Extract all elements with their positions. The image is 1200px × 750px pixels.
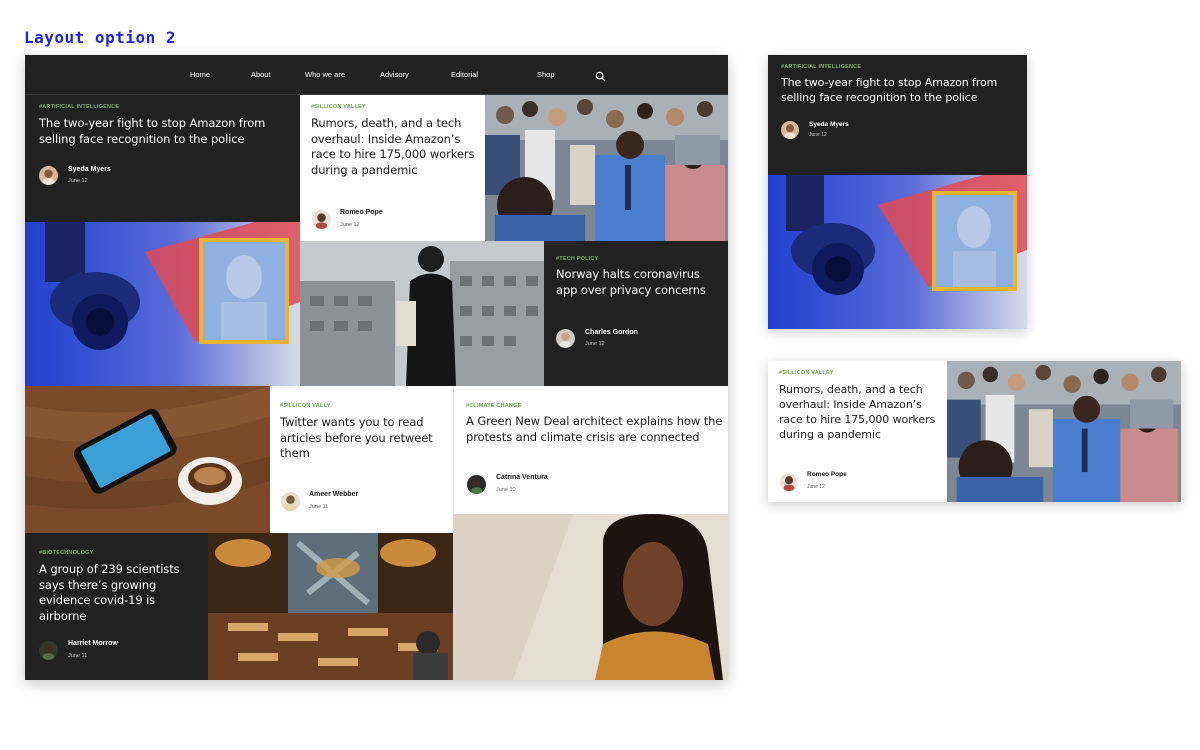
author-avatar (467, 475, 486, 494)
side-layout-card-amazon-hire: #SILLICON VALLEY Rumors, death, and a te… (768, 361, 1181, 502)
article-tag: #CLIMATE CHANGE (466, 403, 522, 409)
author-avatar (780, 473, 798, 491)
article-card-covid[interactable]: #BIOTECHNOLOGY A group of 239 scientists… (25, 533, 208, 680)
article-date: June 12 (68, 178, 88, 184)
surveillance-camera-image (768, 175, 1027, 329)
woman-phone-street-photo (300, 241, 544, 386)
article-headline[interactable]: A group of 239 scientists says there’s g… (39, 562, 205, 624)
author-avatar (312, 210, 331, 229)
article-card-amazon-face[interactable]: #ARTIFICIAL INTELLIGENCE The two-year fi… (25, 95, 300, 222)
author-name[interactable]: Catrina Ventura (496, 474, 548, 481)
author-name[interactable]: Charles Gordon (585, 329, 638, 336)
nav-who-we-are[interactable]: Who we are (305, 55, 345, 95)
nav-home[interactable]: Home (190, 55, 210, 95)
author-name[interactable]: Syeda Myers (68, 166, 111, 173)
article-date: June 10 (496, 487, 516, 493)
article-tag: #SILLICON VALLY (280, 403, 331, 409)
article-date: June 11 (68, 653, 88, 659)
nav-advisory[interactable]: Advisory (380, 55, 409, 95)
article-date: June 12 (809, 132, 827, 138)
author-avatar (556, 329, 575, 348)
side-layout-card-amazon-face: #ARTIFICIAL INTELLIGENCE The two-year fi… (768, 55, 1027, 329)
author-name[interactable]: Ameer Webber (309, 491, 358, 498)
article-tag: #ARTIFICIAL INTELLIGENCE (39, 104, 120, 110)
author-name[interactable]: Harriet Morrow (68, 640, 118, 647)
crowd-photo (485, 95, 728, 241)
crowd-photo (947, 361, 1181, 502)
article-tag: #BIOTECHNOLOGY (39, 550, 94, 556)
nav-shop[interactable]: Shop (537, 55, 555, 95)
article-card-twitter[interactable]: #SILLICON VALLY Twitter wants you to rea… (270, 386, 453, 533)
article-tag: #SILLICON VALLEY (779, 370, 834, 376)
author-avatar (39, 641, 58, 660)
article-date: June 12 (585, 341, 605, 347)
article-tag: #SILLICON VALLEY (311, 104, 366, 110)
article-headline[interactable]: The two-year fight to stop Amazon from s… (781, 75, 1021, 105)
author-avatar (281, 492, 300, 511)
main-layout-frame: Home About Who we are Advisory Editorial… (25, 55, 728, 680)
article-tag: #ARTIFICIAL INTELLIGENCE (781, 64, 862, 70)
article-card-amazon-face-compact[interactable]: #ARTIFICIAL INTELLIGENCE The two-year fi… (768, 55, 1027, 175)
author-name[interactable]: Syeda Myers (809, 121, 849, 128)
article-headline[interactable]: Twitter wants you to read articles befor… (280, 415, 452, 462)
article-date: June 12 (340, 222, 360, 228)
phone-coffee-photo (25, 386, 270, 533)
article-headline[interactable]: The two-year fight to stop Amazon from s… (39, 116, 289, 147)
top-navigation: Home About Who we are Advisory Editorial… (25, 55, 728, 95)
author-avatar (39, 166, 58, 185)
article-card-green-deal[interactable]: #CLIMATE CHANGE A Green New Deal archite… (453, 386, 728, 514)
woman-portrait-photo (453, 514, 728, 680)
article-headline[interactable]: Rumors, death, and a tech overhaul: Insi… (311, 116, 483, 178)
restaurant-interior-photo (208, 533, 453, 680)
search-icon[interactable] (595, 69, 606, 82)
article-headline[interactable]: A Green New Deal architect explains how … (466, 414, 724, 445)
article-card-norway[interactable]: #TECH POLICY Norway halts coronavirus ap… (544, 241, 728, 386)
article-card-amazon-hire-compact[interactable]: #SILLICON VALLEY Rumors, death, and a te… (768, 361, 947, 502)
article-date: June 11 (309, 504, 329, 510)
article-headline[interactable]: Norway halts coronavirus app over privac… (556, 267, 724, 298)
nav-about[interactable]: About (251, 55, 271, 95)
article-headline[interactable]: Rumors, death, and a tech overhaul: Insi… (779, 382, 945, 442)
author-name[interactable]: Romeo Pope (340, 209, 383, 216)
layout-title: Layout option 2 (24, 28, 176, 47)
surveillance-camera-image (25, 222, 300, 386)
nav-editorial[interactable]: Editorial (451, 55, 478, 95)
article-date: June 12 (807, 484, 825, 490)
article-tag: #TECH POLICY (556, 256, 599, 262)
article-card-amazon-hire[interactable]: #SILLICON VALLEY Rumors, death, and a te… (300, 95, 485, 241)
author-name[interactable]: Romeo Pope (807, 471, 847, 478)
author-avatar (781, 121, 799, 139)
